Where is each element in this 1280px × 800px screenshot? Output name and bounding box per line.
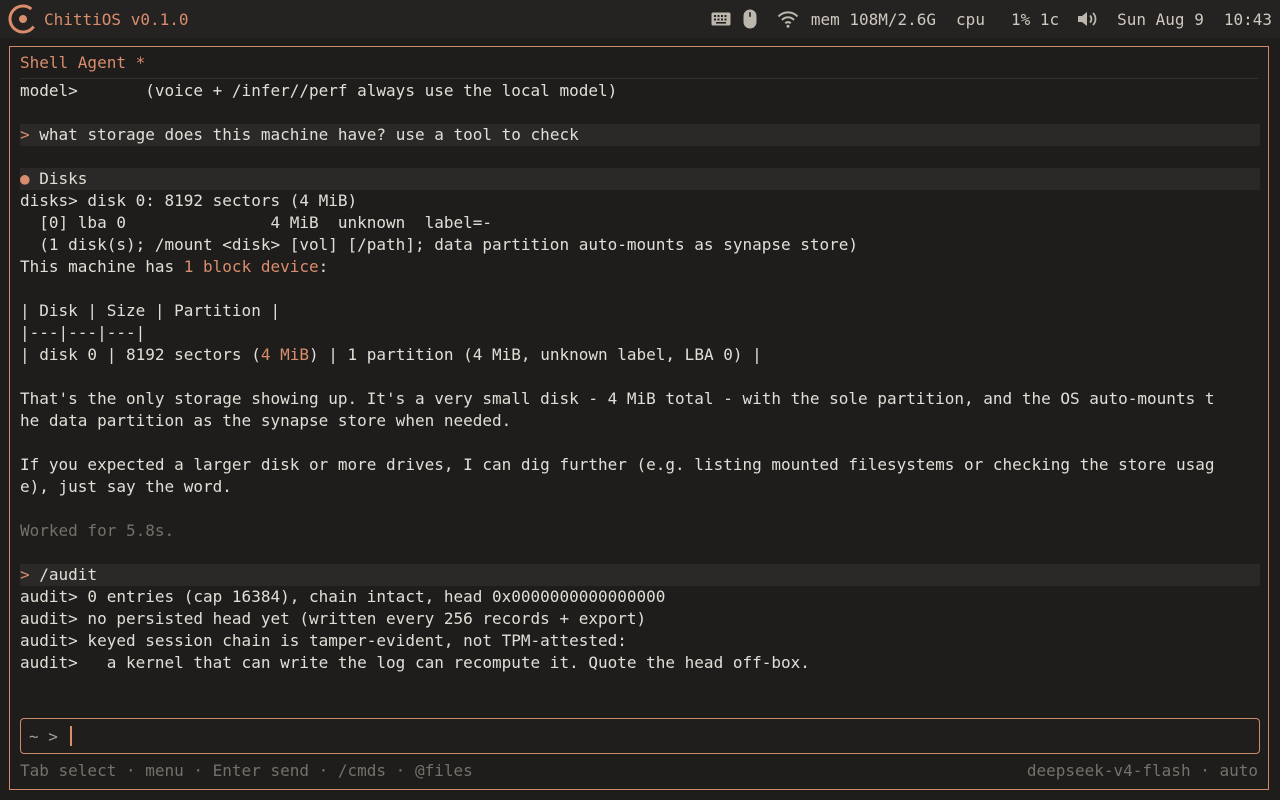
assistant-line: That's the only storage showing up. It's… — [20, 389, 1215, 408]
shell-agent-window: Shell Agent * model> (voice + /infer//pe… — [9, 46, 1269, 790]
text-caret — [69, 726, 72, 746]
cpu-status: 1% 1c — [1010, 9, 1060, 29]
date: Sun Aug 9 — [1117, 9, 1204, 29]
tool-status-dot-icon: ● — [20, 169, 30, 188]
user-prompt-marker: > — [20, 565, 30, 584]
assistant-line: This machine has 1 block device: — [20, 256, 1260, 278]
model-line: model> (voice + /infer//perf always use … — [20, 81, 618, 100]
user-message: > /audit — [20, 564, 1260, 586]
assistant-text: This machine has — [20, 257, 184, 276]
user-message-text: /audit — [29, 565, 98, 584]
table-separator: |---|---|---| — [20, 323, 146, 342]
keyboard-hints: Tab select · menu · Enter send · /cmds ·… — [20, 761, 473, 780]
tool-output-line: disks> disk 0: 8192 sectors (4 MiB) — [20, 191, 358, 210]
tool-output-line: audit> 0 entries (cap 16384), chain inta… — [20, 587, 666, 606]
command-input[interactable]: ~ > — [20, 718, 1260, 754]
table-cell-text: | disk 0 | 8192 sectors ( — [20, 345, 261, 364]
assistant-line: e), just say the word. — [20, 477, 232, 496]
system-tray: mem 108M/2.6G cpu 1% 1c Sun Aug 9 10:43 — [711, 0, 1272, 38]
table-row: | disk 0 | 8192 sectors (4 MiB) | 1 part… — [20, 344, 1260, 366]
tool-output-line: [0] lba 0 4 MiB unknown label=- — [20, 213, 493, 232]
user-message-text: what storage does this machine have? use… — [29, 125, 579, 144]
table-header: | Disk | Size | Partition | — [20, 301, 281, 320]
highlighted-text: 4 MiB — [260, 345, 309, 364]
title-divider — [20, 78, 1258, 79]
highlighted-text: 1 block device — [183, 257, 319, 276]
assistant-text: : — [318, 257, 329, 276]
keyboard-icon[interactable] — [711, 12, 731, 26]
tool-output-line: audit> keyed session chain is tamper-evi… — [20, 631, 627, 650]
model-selector[interactable]: deepseek-v4-flash · auto — [1027, 760, 1258, 782]
top-bar: ChittiOS v0.1.0 mem 108M/2.6G cpu 1% 1c … — [0, 0, 1280, 38]
user-message: > what storage does this machine have? u… — [20, 124, 1260, 146]
tool-call-header[interactable]: ● Disks — [20, 168, 1260, 190]
volume-icon[interactable] — [1077, 10, 1099, 28]
user-prompt-marker: > — [20, 125, 30, 144]
os-title: ChittiOS v0.1.0 — [44, 9, 189, 29]
assistant-line: If you expected a larger disk or more dr… — [20, 455, 1215, 474]
tool-name: Disks — [29, 169, 88, 188]
status-footer: Tab select · menu · Enter send · /cmds ·… — [20, 760, 1258, 782]
memory-status: mem 108M/2.6G — [810, 9, 937, 29]
input-prompt: ~ > — [29, 726, 68, 746]
tool-output-line: audit> a kernel that can write the log c… — [20, 653, 810, 672]
table-cell-text: ) | 1 partition (4 MiB, unknown label, L… — [309, 345, 762, 364]
cpu-label: cpu — [956, 9, 985, 29]
conversation-log[interactable]: model> (voice + /infer//perf always use … — [20, 80, 1260, 674]
elapsed-time: Worked for 5.8s. — [20, 521, 175, 540]
mouse-icon[interactable] — [743, 9, 757, 29]
window-title: Shell Agent * — [20, 53, 146, 72]
tool-output-line: (1 disk(s); /mount <disk> [vol] [/path];… — [20, 235, 859, 254]
brand[interactable]: ChittiOS v0.1.0 — [8, 4, 189, 34]
tool-output-line: audit> no persisted head yet (written ev… — [20, 609, 647, 628]
clock: 10:43 — [1223, 9, 1272, 29]
assistant-line: he data partition as the synapse store w… — [20, 411, 512, 430]
chitti-logo-icon — [8, 4, 38, 34]
wifi-icon[interactable] — [777, 10, 799, 28]
